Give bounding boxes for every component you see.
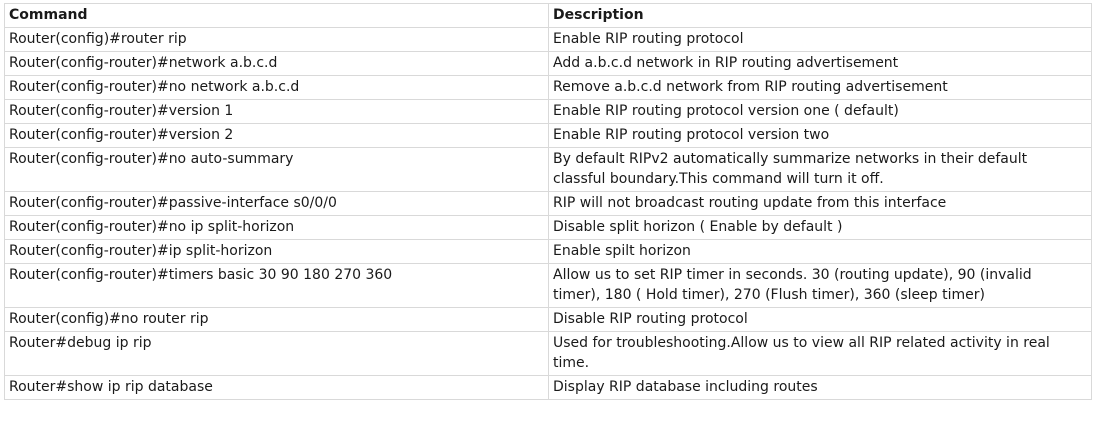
table-header-row: Command Description — [4, 3, 1092, 28]
description-cell: RIP will not broadcast routing update fr… — [548, 191, 1092, 216]
table-row: Router(config)#router rip Enable RIP rou… — [4, 27, 1092, 52]
table-row: Router#show ip rip database Display RIP … — [4, 375, 1092, 400]
description-cell: Enable RIP routing protocol — [548, 27, 1092, 52]
table-row: Router(config-router)#passive-interface … — [4, 191, 1092, 216]
table-row: Router(config-router)#network a.b.c.d Ad… — [4, 51, 1092, 76]
description-cell: Disable RIP routing protocol — [548, 307, 1092, 332]
command-cell: Router(config-router)#version 1 — [4, 99, 549, 124]
table-row: Router(config-router)#version 2 Enable R… — [4, 123, 1092, 148]
command-cell: Router(config-router)#no ip split-horizo… — [4, 215, 549, 240]
command-cell: Router(config-router)#no network a.b.c.d — [4, 75, 549, 100]
command-cell: Router(config-router)#no auto-summary — [4, 147, 549, 192]
command-cell: Router(config-router)#passive-interface … — [4, 191, 549, 216]
table-row: Router(config-router)#version 1 Enable R… — [4, 99, 1092, 124]
description-cell: Disable split horizon ( Enable by defaul… — [548, 215, 1092, 240]
table-row: Router(config-router)#no network a.b.c.d… — [4, 75, 1092, 100]
description-cell: By default RIPv2 automatically summarize… — [548, 147, 1092, 192]
table-row: Router#debug ip rip Used for troubleshoo… — [4, 331, 1092, 376]
description-cell: Display RIP database including routes — [548, 375, 1092, 400]
description-cell: Used for troubleshooting.Allow us to vie… — [548, 331, 1092, 376]
description-column-header: Description — [548, 3, 1092, 28]
description-cell: Enable RIP routing protocol version two — [548, 123, 1092, 148]
command-cell: Router(config)#no router rip — [4, 307, 549, 332]
table-row: Router(config-router)#no auto-summary By… — [4, 147, 1092, 192]
command-cell: Router(config-router)#network a.b.c.d — [4, 51, 549, 76]
command-cell: Router(config-router)#ip split-horizon — [4, 239, 549, 264]
description-cell: Allow us to set RIP timer in seconds. 30… — [548, 263, 1092, 308]
command-cell: Router(config-router)#version 2 — [4, 123, 549, 148]
description-cell: Enable spilt horizon — [548, 239, 1092, 264]
command-cell: Router#show ip rip database — [4, 375, 549, 400]
table-row: Router(config-router)#timers basic 30 90… — [4, 263, 1092, 308]
command-cell: Router(config-router)#timers basic 30 90… — [4, 263, 549, 308]
description-cell: Remove a.b.c.d network from RIP routing … — [548, 75, 1092, 100]
description-cell: Enable RIP routing protocol version one … — [548, 99, 1092, 124]
rip-commands-table: Command Description Router(config)#route… — [4, 3, 1092, 400]
table-row: Router(config-router)#ip split-horizon E… — [4, 239, 1092, 264]
table-row: Router(config-router)#no ip split-horizo… — [4, 215, 1092, 240]
command-cell: Router#debug ip rip — [4, 331, 549, 376]
description-cell: Add a.b.c.d network in RIP routing adver… — [548, 51, 1092, 76]
command-cell: Router(config)#router rip — [4, 27, 549, 52]
table-row: Router(config)#no router rip Disable RIP… — [4, 307, 1092, 332]
command-column-header: Command — [4, 3, 549, 28]
